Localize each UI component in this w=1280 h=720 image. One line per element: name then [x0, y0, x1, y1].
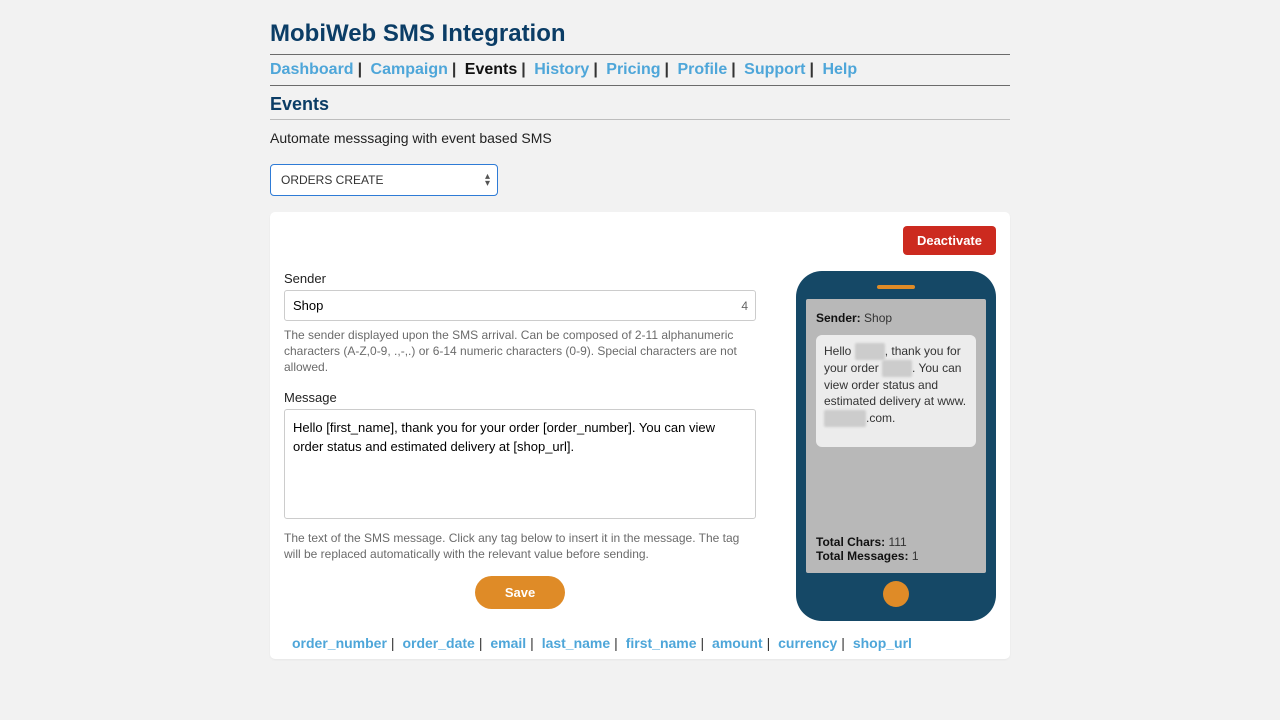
page-title: MobiWeb SMS Integration	[270, 20, 1010, 48]
sender-char-count: 4	[741, 299, 748, 313]
nav-dashboard[interactable]: Dashboard	[270, 61, 354, 78]
phone-speaker-icon	[877, 285, 915, 289]
sender-help: The sender displayed upon the SMS arriva…	[284, 327, 756, 376]
tag-currency[interactable]: currency	[778, 635, 837, 651]
preview-sender-value: Shop	[864, 311, 892, 325]
total-msgs-value: 1	[912, 549, 919, 563]
phone-screen: Sender: Shop Hello xxxxx, thank you for …	[806, 299, 986, 573]
tag-shop-url[interactable]: shop_url	[853, 635, 912, 651]
preview-sender-label: Sender:	[816, 311, 861, 325]
divider	[270, 54, 1010, 55]
main-nav: Dashboard| Campaign| Events| History| Pr…	[270, 61, 1010, 79]
message-textarea[interactable]	[284, 409, 756, 519]
total-msgs-label: Total Messages:	[816, 549, 908, 563]
tag-list: order_number| order_date| email| last_na…	[284, 635, 996, 651]
message-label: Message	[284, 390, 756, 405]
nav-campaign[interactable]: Campaign	[371, 61, 448, 78]
nav-history[interactable]: History	[534, 61, 589, 78]
divider	[270, 119, 1010, 120]
sender-label: Sender	[284, 271, 756, 286]
total-chars-value: 111	[888, 535, 906, 549]
divider	[270, 85, 1010, 86]
nav-pricing[interactable]: Pricing	[606, 61, 660, 78]
tag-amount[interactable]: amount	[712, 635, 763, 651]
event-type-select[interactable]	[270, 164, 498, 196]
phone-preview: Sender: Shop Hello xxxxx, thank you for …	[796, 271, 996, 621]
deactivate-button[interactable]: Deactivate	[903, 226, 996, 255]
tag-email[interactable]: email	[490, 635, 526, 651]
sender-input[interactable]	[284, 290, 756, 321]
section-title: Events	[270, 94, 1010, 115]
phone-home-icon	[883, 581, 909, 607]
nav-profile[interactable]: Profile	[677, 61, 727, 78]
message-help: The text of the SMS message. Click any t…	[284, 530, 756, 562]
preview-message-bubble: Hello xxxxx, thank you for your order xx…	[816, 335, 976, 447]
nav-events[interactable]: Events	[465, 61, 517, 78]
tag-last-name[interactable]: last_name	[542, 635, 610, 651]
nav-help[interactable]: Help	[822, 61, 857, 78]
event-card: Deactivate Sender 4 The sender displayed…	[270, 212, 1010, 659]
save-button[interactable]: Save	[475, 576, 565, 609]
total-chars-label: Total Chars:	[816, 535, 885, 549]
tag-order-number[interactable]: order_number	[292, 635, 387, 651]
section-subtitle: Automate messsaging with event based SMS	[270, 130, 1010, 146]
tag-first-name[interactable]: first_name	[626, 635, 697, 651]
tag-order-date[interactable]: order_date	[402, 635, 474, 651]
nav-support[interactable]: Support	[744, 61, 805, 78]
